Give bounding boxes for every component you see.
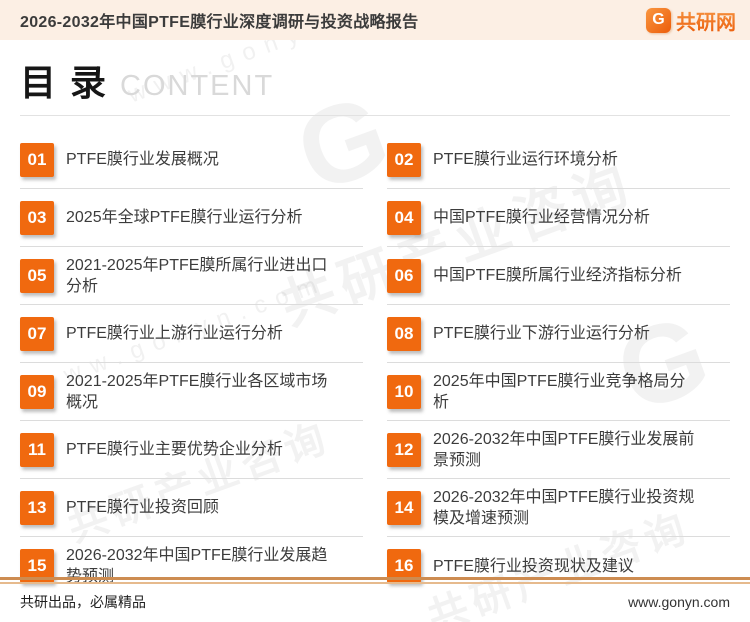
toc-item-label: PTFE膜行业投资回顾	[66, 499, 219, 516]
toc-item-label: PTFE膜行业发展概况	[66, 151, 219, 168]
header-bar: 2026-2032年中国PTFE膜行业深度调研与投资战略报告 G 共研网	[0, 0, 750, 40]
toc-item-number: 03	[20, 200, 54, 235]
toc-item-label: 2025年全球PTFE膜行业运行分析	[66, 209, 303, 226]
toc-item-11[interactable]: 11 PTFE膜行业主要优势企业分析	[20, 421, 363, 479]
toc-item-label: PTFE膜行业投资现状及建议	[433, 557, 634, 575]
toc-item-14[interactable]: 14 2026-2032年中国PTFE膜行业投资规模及增速预测	[387, 479, 730, 537]
toc-item-label: PTFE膜行业运行环境分析	[433, 151, 618, 168]
toc-item-label: 2021-2025年PTFE膜所属行业进出口分析	[66, 256, 328, 295]
toc-item-10[interactable]: 10 2025年中国PTFE膜行业竞争格局分析	[387, 363, 730, 421]
footer-divider-dark	[0, 577, 750, 580]
toc-item-label: 2025年中国PTFE膜行业竞争格局分析	[433, 372, 686, 411]
toc-item-02[interactable]: 02 PTFE膜行业运行环境分析	[387, 131, 730, 189]
toc-item-label: PTFE膜行业主要优势企业分析	[66, 441, 283, 458]
footer-url[interactable]: www.gonyn.com	[628, 594, 730, 610]
toc-item-label: 2026-2032年中国PTFE膜行业发展前景预测	[433, 430, 695, 469]
toc-grid: 01 PTFE膜行业发展概况 02 PTFE膜行业运行环境分析 03 2025年…	[20, 131, 730, 595]
content-heading: 目 录 CONTENT	[20, 54, 730, 116]
toc-page: www.gonyn.com G 共研产业咨询 www.gonyn.com 共研产…	[0, 0, 750, 622]
toc-item-number: 14	[387, 490, 421, 525]
toc-item-label: 中国PTFE膜行业经营情况分析	[433, 209, 650, 226]
toc-item-label: 中国PTFE膜所属行业经济指标分析	[433, 267, 682, 284]
gonyn-logo-text: 共研网	[676, 6, 736, 35]
toc-item-label: 2026-2032年中国PTFE膜行业投资规模及增速预测	[433, 488, 695, 527]
toc-item-label: PTFE膜行业下游行业运行分析	[433, 325, 650, 342]
toc-item-number: 06	[387, 258, 421, 293]
toc-item-08[interactable]: 08 PTFE膜行业下游行业运行分析	[387, 305, 730, 363]
toc-item-number: 11	[20, 432, 54, 467]
toc-item-number: 09	[20, 374, 54, 409]
toc-item-12[interactable]: 12 2026-2032年中国PTFE膜行业发展前景预测	[387, 421, 730, 479]
page-title-en: CONTENT	[120, 70, 275, 102]
toc-item-number: 10	[387, 374, 421, 409]
footer: 共研出品，必属精品 www.gonyn.com	[0, 577, 750, 622]
toc-item-06[interactable]: 06 中国PTFE膜所属行业经济指标分析	[387, 247, 730, 305]
toc-item-number: 07	[20, 316, 54, 351]
report-title: 2026-2032年中国PTFE膜行业深度调研与投资战略报告	[20, 14, 419, 31]
toc-item-03[interactable]: 03 2025年全球PTFE膜行业运行分析	[20, 189, 363, 247]
toc-item-04[interactable]: 04 中国PTFE膜行业经营情况分析	[387, 189, 730, 247]
toc-item-number: 12	[387, 432, 421, 467]
toc-item-09[interactable]: 09 2021-2025年PTFE膜行业各区域市场概况	[20, 363, 363, 421]
toc-item-07[interactable]: 07 PTFE膜行业上游行业运行分析	[20, 305, 363, 363]
toc-item-number: 13	[20, 490, 54, 525]
main-content: 目 录 CONTENT 01 PTFE膜行业发展概况 02 PTFE膜行业运行环…	[0, 54, 750, 595]
toc-item-label: 2021-2025年PTFE膜行业各区域市场概况	[66, 372, 328, 411]
toc-item-number: 08	[387, 316, 421, 351]
toc-item-05[interactable]: 05 2021-2025年PTFE膜所属行业进出口分析	[20, 247, 363, 305]
toc-item-01[interactable]: 01 PTFE膜行业发展概况	[20, 131, 363, 189]
toc-item-label: PTFE膜行业上游行业运行分析	[66, 325, 283, 342]
gonyn-logo-icon: G	[646, 7, 671, 33]
toc-item-13[interactable]: 13 PTFE膜行业投资回顾	[20, 479, 363, 537]
page-title: 目 录	[20, 62, 109, 103]
footer-slogan: 共研出品，必属精品	[20, 594, 146, 610]
gonyn-logo[interactable]: G 共研网	[646, 6, 736, 35]
toc-item-number: 04	[387, 200, 421, 235]
toc-item-number: 02	[387, 142, 421, 177]
toc-item-number: 01	[20, 142, 54, 177]
toc-item-number: 05	[20, 258, 54, 293]
